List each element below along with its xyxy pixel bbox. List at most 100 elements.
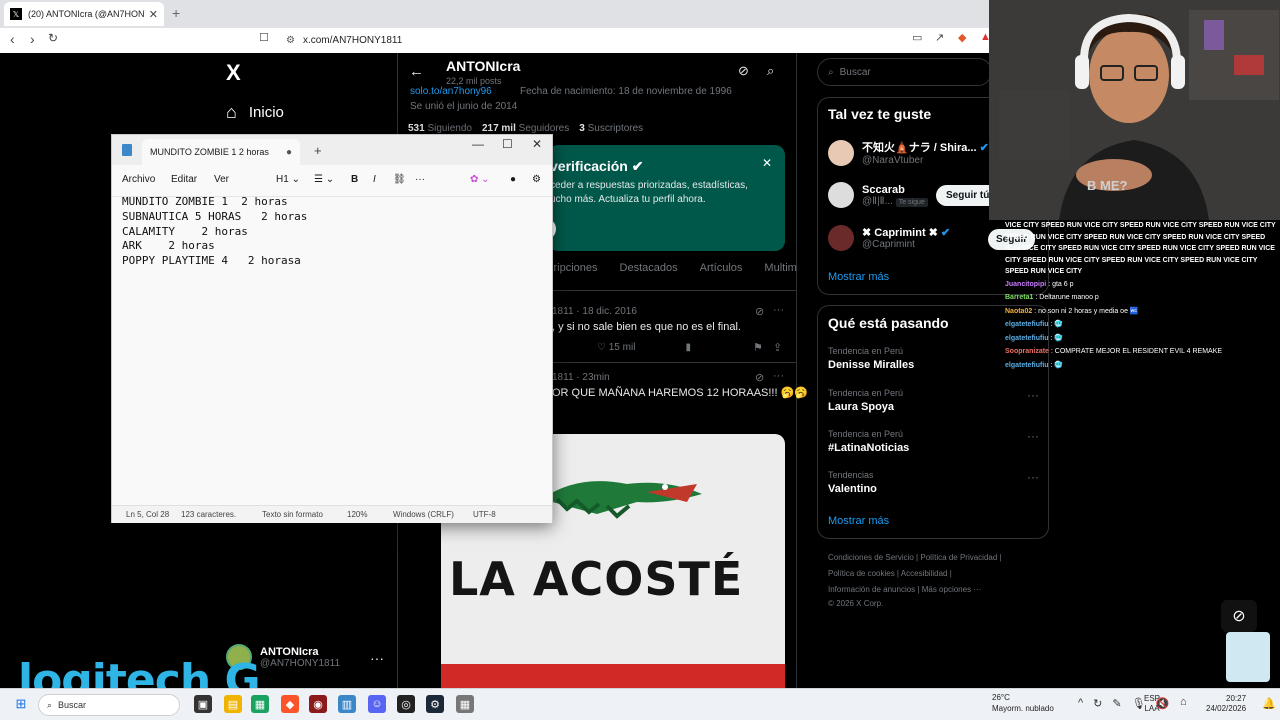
more-icon[interactable]: ··· — [415, 174, 425, 185]
discord-icon[interactable]: ☺ — [368, 695, 386, 713]
menu-view[interactable]: Ver — [214, 174, 229, 185]
chat-username[interactable]: Juancitopipi — [1005, 281, 1046, 288]
file-explorer-icon[interactable]: ▤ — [224, 695, 242, 713]
trend-item[interactable]: Tendencia en Perú #LatinaNoticias — [828, 429, 909, 454]
footer-link[interactable]: Condiciones de Servicio — [828, 553, 914, 562]
tab-subscriptions[interactable]: cripciones — [548, 262, 598, 274]
close-tab-icon[interactable]: ✕ — [149, 8, 158, 21]
brave-shield-icon[interactable]: ◆ — [958, 31, 966, 44]
more-icon[interactable]: ··· — [1027, 429, 1039, 443]
chat-username[interactable]: elgatetefiufiu — [1005, 335, 1049, 342]
browser-tab[interactable]: 𝕏 (20) ANTONIcra (@AN7HONY18 ✕ — [4, 2, 164, 26]
nav-home[interactable]: ⌂ Inicio — [226, 102, 284, 123]
chat-username[interactable]: elgatetefiufiu — [1005, 321, 1049, 328]
forward-icon[interactable]: › — [30, 31, 35, 47]
trend-item[interactable]: Tendencia en Perú Laura Spoya — [828, 388, 903, 413]
more-icon[interactable]: ··· — [1027, 470, 1039, 484]
share-icon[interactable]: ⇪ — [773, 341, 782, 354]
search-icon[interactable]: ⌕ — [767, 63, 774, 79]
followers-link[interactable]: 217 mil Seguidores — [482, 123, 569, 134]
reload-icon[interactable]: ↻ — [48, 31, 58, 45]
menu-file[interactable]: Archivo — [122, 174, 155, 185]
zoom-level[interactable]: 120% — [347, 510, 367, 519]
steam-icon[interactable]: ⚙ — [426, 695, 444, 713]
encoding[interactable]: UTF-8 — [473, 510, 496, 519]
site-info-icon[interactable]: ⚙ — [286, 35, 295, 46]
tab-highlights[interactable]: Destacados — [620, 262, 678, 274]
copilot-icon[interactable]: ✿ ⌄ — [470, 174, 490, 185]
share-icon[interactable]: ↗ — [935, 31, 944, 44]
new-tab-icon[interactable]: + — [172, 5, 180, 21]
subscribers-link[interactable]: 3 Suscriptores — [579, 123, 643, 134]
suggested-account[interactable]: 不知火🛕ナラ / Shira... ✔ @NaraVtuber — [828, 139, 989, 166]
chat-username[interactable]: Soopranizate — [1005, 348, 1049, 355]
more-icon[interactable]: ··· — [370, 650, 384, 666]
more-icon[interactable]: ··· — [773, 370, 784, 382]
more-icon[interactable]: ··· — [773, 304, 784, 316]
footer-link[interactable]: Política de Privacidad — [920, 553, 997, 562]
like-button[interactable]: ♡ 15 mil — [597, 342, 635, 353]
notepad-icon[interactable]: ▥ — [338, 695, 356, 713]
obs-icon[interactable]: ◎ — [397, 695, 415, 713]
weather-widget[interactable]: 26°C Mayorm. nublado — [974, 692, 1054, 714]
windows-start-icon[interactable]: ⊞ — [12, 695, 30, 713]
notepad-editor[interactable]: MUNDITO ZOMBIE 1 2 horas SUBNAUTICA 5 HO… — [122, 195, 307, 269]
bold-icon[interactable]: B — [351, 174, 358, 185]
close-icon[interactable]: ✕ — [762, 156, 772, 170]
link-icon[interactable]: ⛓ — [393, 174, 406, 185]
unsaved-dot-icon[interactable]: ● — [286, 147, 292, 158]
back-icon[interactable]: ‹ — [10, 31, 15, 47]
search-input[interactable]: ⌕ Buscar — [817, 58, 992, 86]
show-more-link[interactable]: Mostrar más — [828, 515, 889, 527]
network-icon[interactable]: ⌂ — [1180, 696, 1187, 708]
back-arrow-icon[interactable]: ← — [409, 63, 424, 80]
chat-username[interactable]: elgatetefiufiu — [1005, 362, 1049, 369]
footer-link[interactable]: Accesibilidad — [901, 569, 948, 578]
taskbar-search[interactable]: ⌕ Buscar — [38, 694, 180, 716]
task-view-icon[interactable]: ▣ — [194, 695, 212, 713]
brave-browser-icon[interactable]: ◆ — [281, 695, 299, 713]
notifications-icon[interactable]: 🔔 — [1262, 697, 1276, 710]
tab-media[interactable]: Multim — [764, 262, 796, 274]
bookmark-icon[interactable]: ⚑ — [753, 341, 763, 354]
sync-icon[interactable]: ↻ — [1093, 697, 1102, 710]
notepad-window[interactable]: MUNDITO ZOMBIE 1 2 horas ● + — ☐ ✕ Archi… — [111, 134, 553, 523]
obs-recorder-icon[interactable]: ◉ — [309, 695, 327, 713]
app-icon[interactable]: ▦ — [251, 695, 269, 713]
footer-link[interactable]: Más opciones ··· — [922, 585, 982, 594]
chat-username[interactable]: Naota02 — [1005, 308, 1032, 315]
minimize-icon[interactable]: — — [472, 137, 484, 151]
chat-username[interactable]: Barreta1 — [1005, 294, 1033, 301]
trend-item[interactable]: Tendencias Valentino — [828, 470, 877, 495]
profile-link[interactable]: solo.to/an7hony96 — [410, 86, 492, 97]
address-bar[interactable]: ⚙ x.com/AN7HONY1811 — [278, 31, 988, 49]
more-icon[interactable]: ··· — [1027, 388, 1039, 402]
views-icon[interactable]: ▮ — [685, 342, 691, 353]
chevron-up-icon[interactable]: ^ — [1078, 697, 1083, 710]
pen-icon[interactable]: ✎ — [1112, 697, 1121, 710]
clock[interactable]: 20:27 24/02/2026 — [1206, 694, 1246, 714]
suggested-account[interactable]: Sccarab @Ⅱ|Ⅱ... Te sigue — [828, 182, 928, 208]
footer-link[interactable]: Política de cookies — [828, 569, 895, 578]
line-ending[interactable]: Windows (CRLF) — [393, 510, 454, 519]
settings-icon[interactable]: ⚙ — [532, 174, 541, 185]
suggested-account[interactable]: ✖ Caprimint ✖ ✔ @Caprimint — [828, 225, 950, 251]
grok-floating-icon[interactable]: ⊘ — [1221, 600, 1257, 632]
grok-icon[interactable]: ⊘ — [755, 305, 764, 318]
cast-icon[interactable]: ▭ — [912, 31, 922, 44]
grok-icon[interactable]: ⊘ — [738, 63, 749, 79]
calculator-icon[interactable]: ▦ — [456, 695, 474, 713]
bookmark-icon[interactable]: ☐ — [259, 31, 269, 44]
new-tab-icon[interactable]: + — [314, 143, 322, 158]
maximize-icon[interactable]: ☐ — [502, 137, 513, 151]
menu-edit[interactable]: Editar — [171, 174, 197, 185]
x-logo[interactable]: X — [226, 60, 241, 86]
notepad-tab[interactable]: MUNDITO ZOMBIE 1 2 horas ● — [142, 139, 300, 165]
tab-articles[interactable]: Artículos — [700, 262, 743, 274]
show-more-link[interactable]: Mostrar más — [828, 271, 889, 283]
heading-select[interactable]: H1 ⌄ — [276, 174, 300, 185]
footer-link[interactable]: Información de anuncios — [828, 585, 915, 594]
italic-icon[interactable]: I — [373, 174, 376, 185]
language-indicator[interactable]: ESP LAA — [1144, 694, 1160, 714]
trend-item[interactable]: Tendencia en Perú Denisse Miralles — [828, 346, 914, 371]
